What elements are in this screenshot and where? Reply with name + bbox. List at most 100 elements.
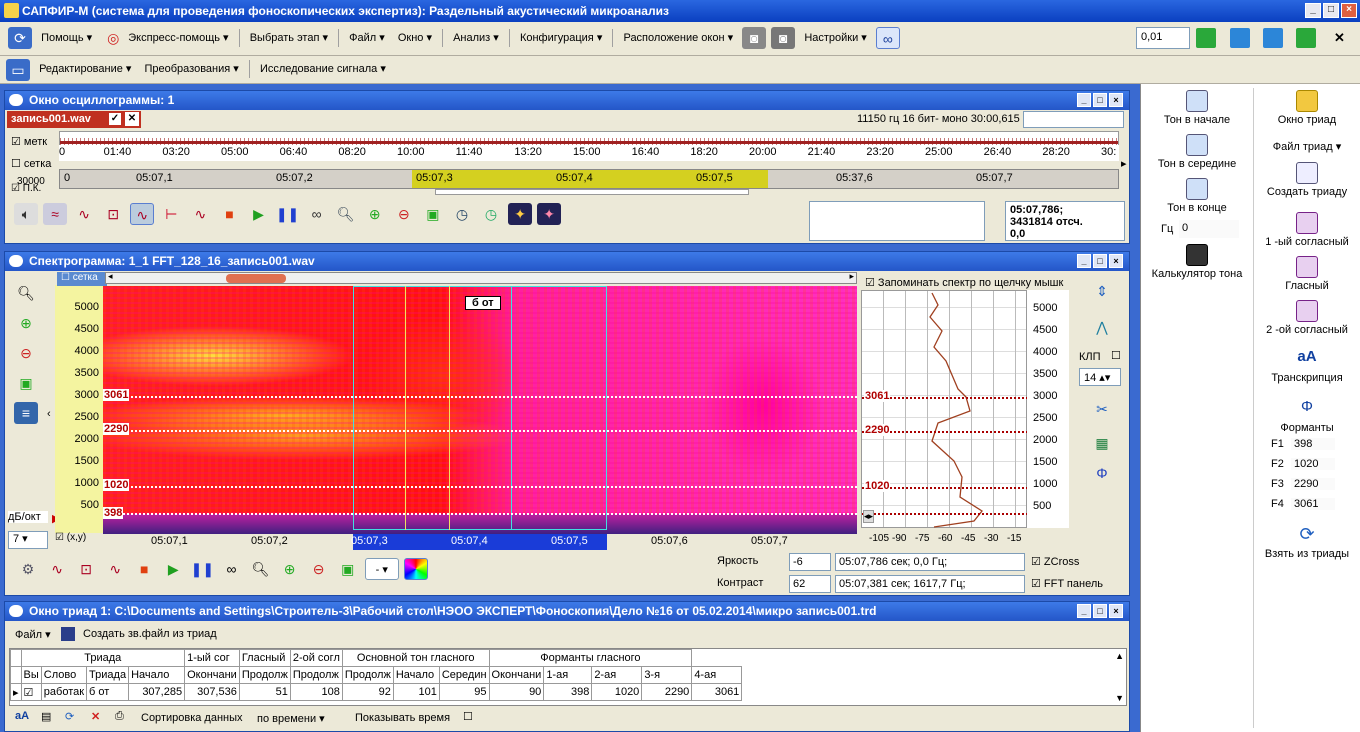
maximize-icon[interactable]: □ xyxy=(1093,604,1107,618)
klp-checkbox[interactable]: ☐ xyxy=(1111,349,1121,362)
time-scroll[interactable]: ◂ ▸ xyxy=(105,271,857,284)
file-checkbox[interactable]: ✓ xyxy=(109,113,121,125)
zoom-in-icon[interactable]: ⊕ xyxy=(278,558,302,580)
transcription-button[interactable]: aA Транскрипция xyxy=(1257,348,1357,384)
wave-3-icon[interactable]: ∿ xyxy=(103,558,127,580)
formant-value[interactable]: 2290 xyxy=(1291,478,1335,490)
spectrum-scroll-icon[interactable]: ◂▸ xyxy=(863,510,875,523)
palette-icon[interactable] xyxy=(403,558,428,580)
print-icon[interactable]: ⎙ xyxy=(115,710,124,723)
zoom-out-icon[interactable]: ⊖ xyxy=(307,558,331,580)
settings-gear-icon[interactable]: ⚙ xyxy=(16,558,40,580)
wave-active-icon[interactable]: ∿ xyxy=(130,203,155,225)
stop-icon[interactable]: ■ xyxy=(217,203,241,225)
transcription-icon[interactable]: aA xyxy=(15,710,29,722)
table-cell[interactable]: 398 xyxy=(543,683,593,701)
wave-select-icon[interactable]: ≈ xyxy=(43,203,68,225)
grid-toggle[interactable]: ☐ сетка xyxy=(57,272,107,286)
chart-icon[interactable]: ▦ xyxy=(1090,432,1114,454)
table-cell[interactable]: 2290 xyxy=(641,683,693,701)
close-icon[interactable]: × xyxy=(1109,254,1123,268)
zoom-fit-icon[interactable]: ▣ xyxy=(421,203,445,225)
spectrum-scale-icon[interactable]: ≡ xyxy=(14,402,38,424)
klp-input[interactable]: 14 ▴▾ xyxy=(1079,368,1121,386)
zoom-in-icon[interactable]: ⊕ xyxy=(14,312,38,334)
table-cell[interactable]: 307,536 xyxy=(184,683,240,701)
wave-frame-icon[interactable]: ⊡ xyxy=(101,203,125,225)
table-cell[interactable]: 101 xyxy=(392,683,440,701)
scroll-right-icon[interactable]: ▸ xyxy=(1121,157,1127,170)
marks-checkbox[interactable]: ☑ метк xyxy=(11,135,47,148)
play-icon[interactable]: ▶ xyxy=(247,203,271,225)
table-header-cell[interactable]: Триада xyxy=(86,666,130,684)
table-scroll-down-icon[interactable]: ▼ xyxy=(1115,693,1124,703)
zoom-icon[interactable]: 🔍︎ xyxy=(249,558,273,580)
pause-icon[interactable]: ❚❚ xyxy=(276,203,300,225)
minimize-icon[interactable]: _ xyxy=(1077,604,1091,618)
spectrogram-plot[interactable]: 3061 2290 1020 398 б от xyxy=(103,286,857,534)
file-close-icon[interactable]: ✕ xyxy=(125,112,139,126)
tone-end-button[interactable]: Тон в конце xyxy=(1147,178,1247,214)
grid-checkbox[interactable]: ☐ сетка xyxy=(11,157,51,170)
marker-icon[interactable]: ⊢ xyxy=(159,203,183,225)
menu-edit[interactable]: Редактирование ▾ xyxy=(34,56,136,82)
stop-icon[interactable]: ■ xyxy=(132,558,156,580)
triad-window-button[interactable]: Окно триад xyxy=(1257,90,1357,126)
db-oct-select[interactable]: 7 ▾ xyxy=(8,531,48,549)
zoom-out-icon[interactable]: ⊖ xyxy=(14,342,38,364)
file-tab[interactable]: запись001.wav ✓ ✕ xyxy=(7,111,141,128)
zcross-checkbox[interactable]: ☑ ZCross xyxy=(1031,555,1079,568)
maximize-icon[interactable]: □ xyxy=(1323,3,1339,18)
second-consonant-button[interactable]: 2 -ой согласный xyxy=(1257,300,1357,336)
table-scroll-up-icon[interactable]: ▲ xyxy=(1115,651,1124,661)
table-cell[interactable]: 51 xyxy=(238,683,291,701)
formant-value[interactable]: 3061 xyxy=(1291,498,1335,510)
remember-spectrum-checkbox[interactable]: ☑ Запоминать спектр по щелчку мышк xyxy=(865,276,1063,289)
table-header-cell[interactable]: Продолж xyxy=(341,666,394,684)
maximize-icon[interactable]: □ xyxy=(1093,254,1107,268)
wave-2-icon[interactable]: ⊡ xyxy=(74,558,98,580)
take-from-triad-button[interactable]: ⟳ Взять из триады xyxy=(1257,524,1357,560)
table-cell[interactable]: работак xyxy=(40,683,88,701)
graph-tools-icon[interactable]: ✦ xyxy=(537,203,562,225)
menu-settings[interactable]: Настройки ▾ xyxy=(799,25,872,51)
step-input[interactable]: 0,01 xyxy=(1136,27,1190,49)
table-header-cell[interactable]: Середин xyxy=(438,666,490,684)
collapse-icon[interactable]: ‹ xyxy=(47,408,51,420)
create-sound-file-button[interactable]: Создать зв.файл из триад xyxy=(83,628,217,640)
fft-panel-checkbox[interactable]: ☑ FFT панель xyxy=(1031,577,1103,590)
minimize-icon[interactable]: _ xyxy=(1077,93,1091,107)
zoom-out-icon[interactable]: ⊖ xyxy=(392,203,416,225)
brightness-input[interactable]: -6 xyxy=(789,553,831,571)
row-checkbox[interactable]: ☑ xyxy=(20,683,42,701)
table-header-cell[interactable]: Вы xyxy=(20,666,42,684)
save-icon[interactable] xyxy=(61,627,75,641)
menu-research[interactable]: Исследование сигнала ▾ xyxy=(255,56,391,82)
pause-icon[interactable]: ❚❚ xyxy=(190,558,214,580)
table-header-cell[interactable]: Слово xyxy=(40,666,88,684)
goto-prev-icon[interactable] xyxy=(1230,28,1250,48)
table-header-cell[interactable]: 3-я xyxy=(641,666,693,684)
table-header-cell[interactable]: Начало xyxy=(392,666,440,684)
refresh-icon[interactable]: ⟳ xyxy=(65,710,74,723)
table-row[interactable]: ▸ ☑ работак б от 307,285 307,536 51 108 … xyxy=(10,683,743,701)
loop-icon[interactable]: ∞ xyxy=(219,558,243,580)
table-cell[interactable]: 92 xyxy=(341,683,394,701)
refresh-icon[interactable]: ⟳ xyxy=(8,27,32,49)
lifebuoy-icon[interactable]: ◎ xyxy=(101,27,125,49)
show-time-checkbox[interactable]: ☐ xyxy=(463,710,473,723)
create-triad-button[interactable]: Создать триаду xyxy=(1257,162,1357,198)
maximize-icon[interactable]: □ xyxy=(1093,93,1107,107)
phi-icon[interactable]: Φ xyxy=(1090,462,1114,484)
tone-calculator-button[interactable]: Калькулятор тона xyxy=(1147,244,1247,280)
zoom-scrollbar[interactable] xyxy=(435,189,749,195)
close-icon[interactable]: × xyxy=(1341,3,1357,18)
camera-icon[interactable]: ◙ xyxy=(742,27,767,49)
clock-check-icon[interactable]: ◷ xyxy=(479,203,503,225)
menu-window[interactable]: Окно ▾ xyxy=(393,25,437,51)
table-header-cell[interactable]: 2-ая xyxy=(591,666,643,684)
minimize-icon[interactable]: _ xyxy=(1077,254,1091,268)
wave-cut-icon[interactable]: ∿ xyxy=(72,203,96,225)
menu-transform[interactable]: Преобразования ▾ xyxy=(140,56,244,82)
table-cell[interactable]: 90 xyxy=(488,683,545,701)
